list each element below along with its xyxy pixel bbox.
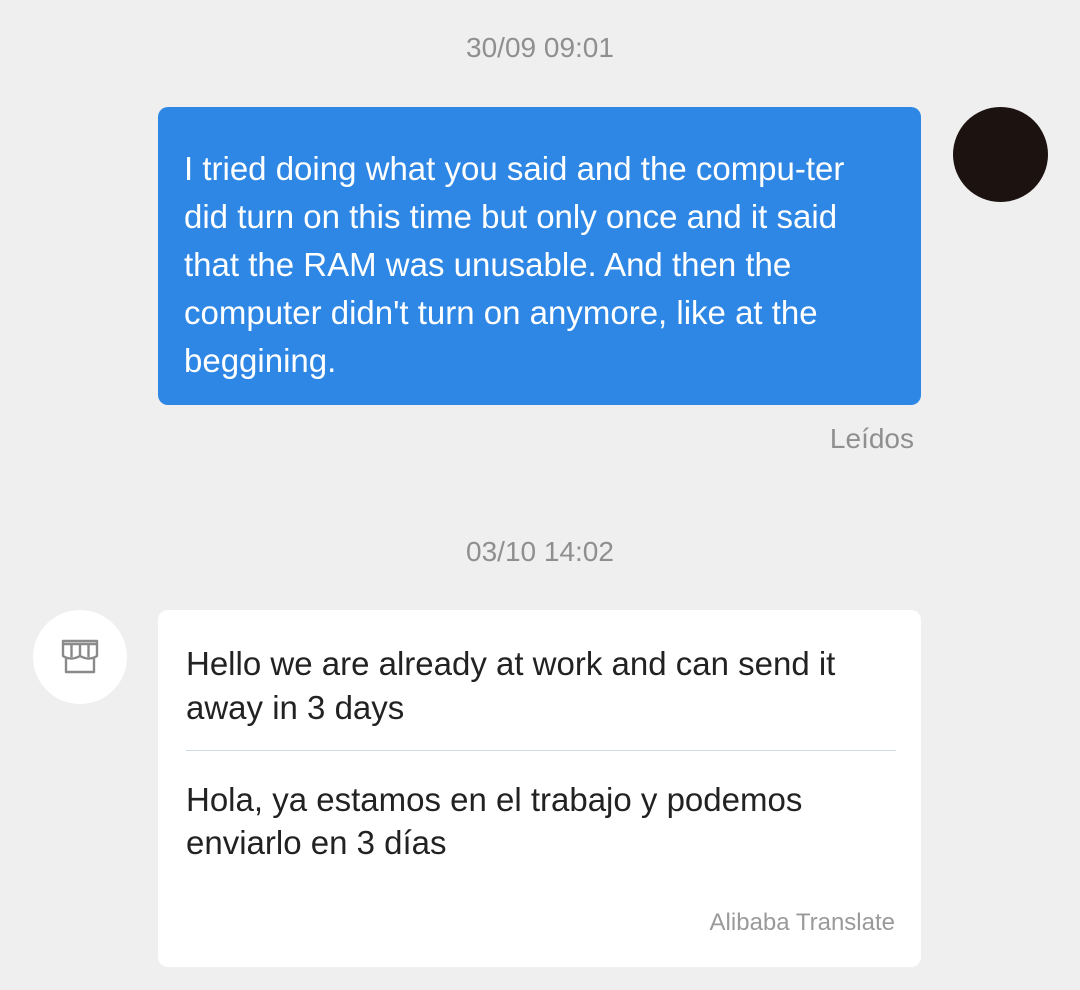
translated-message-text: Hola, ya estamos en el trabajo y podemos… xyxy=(186,781,803,861)
storefront-icon xyxy=(61,639,99,674)
incoming-message-text: Hello we are already at work and can sen… xyxy=(186,645,836,726)
user-avatar[interactable] xyxy=(953,107,1048,202)
message-timestamp: 03/10 14:02 xyxy=(466,536,614,567)
read-status: Leídos xyxy=(829,423,914,454)
seller-avatar[interactable] xyxy=(33,610,127,704)
message-timestamp: 30/09 09:01 xyxy=(466,32,614,63)
translation-credit: Alibaba Translate xyxy=(709,909,895,936)
translation-divider xyxy=(186,750,896,751)
outgoing-message-text: I tried doing what you said and the comp… xyxy=(184,150,845,379)
outgoing-message-bubble[interactable]: I tried doing what you said and the comp… xyxy=(158,107,921,405)
incoming-message-bubble[interactable]: Hello we are already at work and can sen… xyxy=(158,610,921,967)
